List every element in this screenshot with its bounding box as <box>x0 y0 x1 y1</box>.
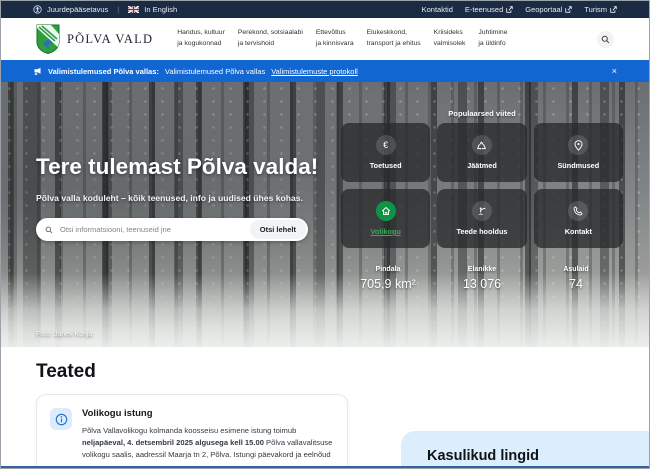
nav-item-perekond[interactable]: Perekond, sotsiaalabija tervishoid <box>238 28 303 49</box>
useful-links-title: Kasulikud lingid <box>401 431 650 464</box>
stat-asulaid: Asulaid 74 <box>529 266 623 291</box>
external-link-icon <box>565 6 572 13</box>
site-name: PÕLVA VALD <box>67 32 153 47</box>
hero-intro: Tere tulemast Põlva valda! Põlva valla k… <box>36 154 336 241</box>
nav-item-haridus[interactable]: Haridus, kultuurja kogukonnad <box>177 28 225 49</box>
hero-section: Tere tulemast Põlva valda! Põlva valla k… <box>1 82 649 347</box>
map-pin-icon <box>568 135 588 155</box>
banner-close-icon[interactable]: × <box>612 67 617 76</box>
header-search-button[interactable] <box>597 31 614 48</box>
euro-icon: € <box>376 135 396 155</box>
stat-elanikke: Elanikke 13 076 <box>435 266 529 291</box>
page: Juurdepääsetavus | In English Kontaktid … <box>0 0 650 469</box>
nav-item-juhtimine[interactable]: Juhtimineja üldinfo <box>478 28 507 49</box>
photo-credit: Foto: Janek Konja <box>36 331 92 338</box>
main-nav: Haridus, kultuurja kogukonnad Perekond, … <box>177 28 507 49</box>
tile-volikogu[interactable]: Volikogu <box>341 189 430 248</box>
useful-links-panel: Kasulikud lingid <box>401 431 650 469</box>
banner-text: Valimistulemused Põlva vallas <box>165 67 265 76</box>
stat-pindala: Pindala 705,9 km² <box>341 266 435 291</box>
hero-subtitle: Põlva valla koduleht – kõik teenused, in… <box>36 193 336 203</box>
external-link-icon <box>610 6 617 13</box>
announcement-banner: Valimistulemused Põlva vallas: Valimistu… <box>1 60 649 82</box>
coat-of-arms-logo <box>36 24 60 54</box>
info-icon <box>50 408 72 430</box>
notice-card-body: Põlva Vallavolikogu kolmanda koosseisu e… <box>82 425 334 461</box>
accessibility-label: Juurdepääsetavus <box>47 5 108 14</box>
notice-card-content: Volikogu istung Põlva Vallavolikogu kolm… <box>82 408 334 469</box>
notice-card[interactable]: Volikogu istung Põlva Vallavolikogu kolm… <box>36 394 348 469</box>
topbar-link-turism[interactable]: Turism <box>584 5 617 14</box>
popular-links-grid: € Toetused Jäätmed Sündmused Volikogu <box>341 123 623 248</box>
roadworks-icon <box>472 201 492 221</box>
external-link-icon <box>506 6 513 13</box>
hero-search-input[interactable] <box>58 224 248 235</box>
tile-jaatmed[interactable]: Jäätmed <box>437 123 526 182</box>
topbar-link-geoportaal[interactable]: Geoportaal <box>525 5 572 14</box>
topbar-link-kontaktid[interactable]: Kontaktid <box>422 5 453 14</box>
home-icon <box>376 201 396 221</box>
language-label: In English <box>144 5 177 14</box>
topbar-links: Kontaktid E-teenused Geoportaal Turism <box>422 5 617 14</box>
tile-toetused[interactable]: € Toetused <box>341 123 430 182</box>
notice-card-title: Volikogu istung <box>82 408 334 419</box>
tile-sundmused[interactable]: Sündmused <box>534 123 623 182</box>
topbar: Juurdepääsetavus | In English Kontaktid … <box>1 1 649 18</box>
nav-item-elukeskkond[interactable]: Elukeskkond,transport ja ehitus <box>367 28 421 49</box>
site-header: PÕLVA VALD Haridus, kultuurja kogukonnad… <box>1 18 649 60</box>
tile-teede-hooldus[interactable]: Teede hooldus <box>437 189 526 248</box>
municipality-stats: Pindala 705,9 km² Elanikke 13 076 Asulai… <box>341 266 623 291</box>
accessibility-icon <box>33 5 42 14</box>
topbar-divider: | <box>117 5 119 14</box>
site-logo[interactable]: PÕLVA VALD <box>36 24 153 54</box>
popular-links-title: Populaarsed viited <box>341 109 623 118</box>
topbar-link-eteenused[interactable]: E-teenused <box>465 5 513 14</box>
search-icon <box>45 226 53 234</box>
teated-title: Teated <box>36 361 614 383</box>
language-switch[interactable]: In English <box>128 5 177 14</box>
megaphone-icon <box>33 67 42 76</box>
phone-icon <box>568 201 588 221</box>
search-icon <box>601 35 610 44</box>
hero-search-button[interactable]: Otsi lehelt <box>250 220 306 239</box>
tile-kontakt[interactable]: Kontakt <box>534 189 623 248</box>
banner-link[interactable]: Valimistulemuste protokoll <box>271 67 358 76</box>
recycle-icon <box>472 135 492 155</box>
hero-title: Tere tulemast Põlva valda! <box>36 154 336 180</box>
accessibility-link[interactable]: Juurdepääsetavus <box>33 5 108 14</box>
nav-item-kriisideks[interactable]: Kriisideksvalmisolek <box>434 28 466 49</box>
nav-item-ettevotlus[interactable]: Ettevõtlusja kinnisvara <box>316 28 354 49</box>
uk-flag-icon <box>128 6 139 13</box>
hero-search-bar: Otsi lehelt <box>36 218 308 241</box>
banner-bold-text: Valimistulemused Põlva vallas: <box>48 67 159 76</box>
